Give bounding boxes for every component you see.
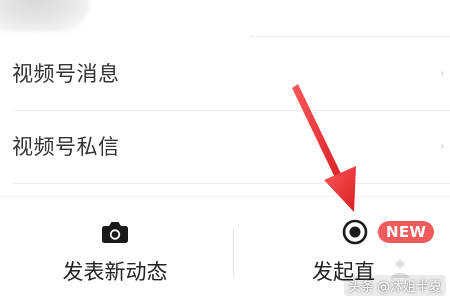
chevron-right-icon: › xyxy=(440,66,445,80)
live-icon-row: NEW xyxy=(342,219,435,245)
camera-icon xyxy=(102,222,128,243)
blurred-avatar xyxy=(0,0,90,32)
live-record-icon xyxy=(342,219,368,245)
watermark: 头条 @沐姐半夏 xyxy=(343,275,446,296)
list-item-label: 视频号消息 xyxy=(12,62,120,86)
post-moment-button[interactable]: 发表新动态 xyxy=(0,205,230,295)
list-item-channels-private-messages[interactable]: 视频号私信 › xyxy=(0,110,450,182)
list-item-label: 视频号私信 xyxy=(12,135,120,159)
divider xyxy=(233,228,234,278)
watermark-text: @沐姐半夏 xyxy=(376,280,442,295)
top-profile-card[interactable] xyxy=(0,0,450,38)
wechat-me-screen: 视频号消息 › 视频号私信 › 发表新动态 NEW 发起直 头条 @沐姐半夏 xyxy=(0,0,450,300)
watermark-prefix: 头条 xyxy=(347,280,374,295)
divider xyxy=(0,196,450,197)
list-item-channels-messages[interactable]: 视频号消息 › xyxy=(0,37,450,109)
new-badge: NEW xyxy=(378,221,435,243)
divider xyxy=(12,183,450,184)
chevron-right-icon: › xyxy=(440,139,445,153)
post-moment-label: 发表新动态 xyxy=(62,260,168,284)
